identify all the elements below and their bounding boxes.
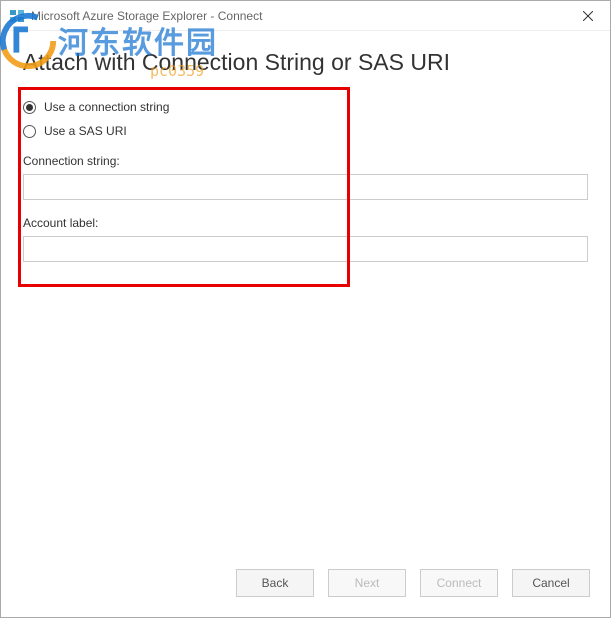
account-label-input[interactable]: [23, 236, 588, 262]
account-label-label: Account label:: [23, 216, 588, 230]
button-bar: Back Next Connect Cancel: [1, 563, 610, 617]
titlebar: Microsoft Azure Storage Explorer - Conne…: [1, 1, 610, 31]
app-icon: [9, 8, 25, 24]
radio-icon: [23, 101, 36, 114]
content-area: Attach with Connection String or SAS URI…: [1, 31, 610, 563]
next-button[interactable]: Next: [328, 569, 406, 597]
close-icon: [583, 11, 593, 21]
dialog-window: Microsoft Azure Storage Explorer - Conne…: [0, 0, 611, 618]
cancel-button[interactable]: Cancel: [512, 569, 590, 597]
back-button[interactable]: Back: [236, 569, 314, 597]
radio-use-sas-uri[interactable]: Use a SAS URI: [23, 124, 588, 138]
page-title: Attach with Connection String or SAS URI: [23, 49, 588, 76]
connection-string-input[interactable]: [23, 174, 588, 200]
radio-label: Use a SAS URI: [44, 124, 127, 138]
connection-string-label: Connection string:: [23, 154, 588, 168]
connect-button[interactable]: Connect: [420, 569, 498, 597]
radio-icon: [23, 125, 36, 138]
radio-use-connection-string[interactable]: Use a connection string: [23, 100, 588, 114]
close-button[interactable]: [565, 1, 610, 30]
window-title: Microsoft Azure Storage Explorer - Conne…: [31, 9, 565, 23]
radio-label: Use a connection string: [44, 100, 169, 114]
